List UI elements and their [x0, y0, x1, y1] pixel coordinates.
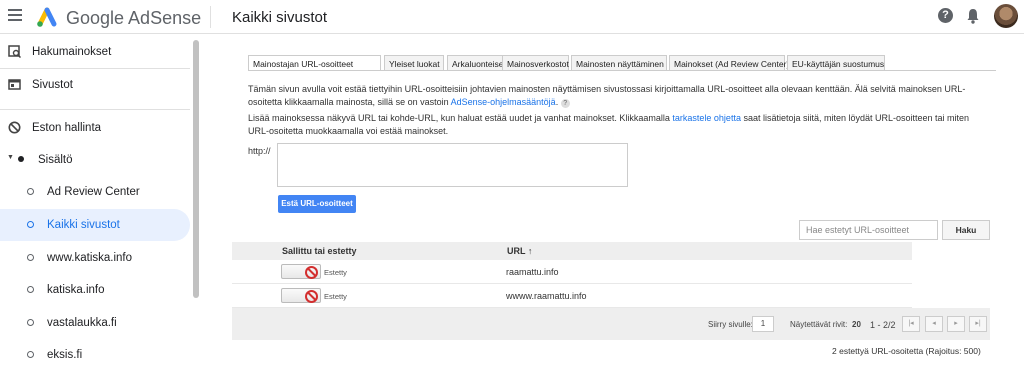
table-header: Sallittu tai estetty URL ↑: [232, 242, 912, 260]
circle-icon: [27, 351, 34, 358]
pagination-bar: Siirry sivulle: 1 Näytettävät rivit: 20 …: [232, 308, 990, 340]
tab-ad-networks[interactable]: Mainosverkostot: [502, 55, 569, 71]
caret-down-icon: ▼: [7, 154, 14, 161]
intro-text: Tämän sivun avulla voit estää tiettyihin…: [248, 84, 966, 107]
circle-icon: [27, 221, 34, 228]
sidebar-item-sites[interactable]: Sivustot: [0, 69, 190, 101]
http-prefix-label: http://: [248, 146, 271, 156]
rows-per-page-label: Näytettävät rivit:: [790, 320, 848, 329]
circle-icon: [27, 188, 34, 195]
block-toggle[interactable]: [281, 288, 321, 303]
circle-icon: [27, 286, 34, 293]
sidebar-item-search-ads[interactable]: Hakumainokset: [0, 36, 190, 68]
sidebar-item-label: Hakumainokset: [32, 46, 112, 58]
bullet-icon: [18, 156, 24, 162]
menu-icon[interactable]: [8, 9, 22, 23]
divider: [248, 70, 996, 71]
sidebar-item-label: Eston hallinta: [32, 122, 102, 134]
tab-advertiser-urls[interactable]: Mainostajan URL-osoitteet: [248, 55, 381, 71]
url-cell: raamattu.info: [506, 267, 559, 277]
tab-eu-user-consent[interactable]: EU-käyttäjän suostumus: [787, 55, 885, 71]
divider: [210, 6, 211, 28]
policies-link[interactable]: AdSense-ohjelmasääntöjä: [451, 97, 556, 107]
rows-per-page-select[interactable]: 20: [852, 320, 861, 329]
block-toggle[interactable]: [281, 264, 321, 279]
sidebar-scrollbar[interactable]: [193, 40, 199, 298]
sites-icon: [8, 79, 21, 90]
sidebar-item-label: Kaikki sivustot: [47, 219, 120, 231]
divider: [0, 109, 190, 110]
intro-paragraph: Tämän sivun avulla voit estää tiettyihin…: [248, 83, 988, 108]
block-icon: [8, 121, 21, 134]
tab-ad-serving[interactable]: Mainosten näyttäminen: [571, 55, 667, 71]
blocked-count: 2 estettyä URL-osoitetta (Rajoitus: 500): [832, 346, 981, 356]
notifications-icon[interactable]: [966, 8, 980, 24]
url-cell: wwww.raamattu.info: [506, 291, 587, 301]
sidebar-item-blocking-controls[interactable]: Eston hallinta: [0, 112, 190, 144]
circle-icon: [27, 254, 34, 261]
url-input[interactable]: [277, 143, 628, 187]
column-header-status[interactable]: Sallittu tai estetty: [282, 246, 357, 256]
column-header-url[interactable]: URL ↑: [507, 246, 532, 256]
brand-name[interactable]: Google AdSense: [66, 8, 201, 29]
help-icon[interactable]: ?: [560, 98, 570, 108]
previous-page-icon[interactable]: ◂: [925, 316, 943, 332]
sidebar-item-label: www.katiska.info: [47, 252, 133, 264]
sidebar-item-site[interactable]: www.katiska.info: [0, 242, 190, 274]
circle-icon: [27, 319, 34, 326]
table-row: Estetty wwww.raamattu.info: [232, 284, 912, 308]
page-title: Kaikki sivustot: [232, 9, 328, 26]
adsense-logo-icon: [37, 7, 57, 27]
sidebar-item-ad-review-center[interactable]: Ad Review Center: [0, 176, 190, 208]
sidebar-item-label: Sisältö: [38, 154, 73, 166]
goto-page-label: Siirry sivulle:: [708, 320, 753, 329]
sidebar-item-site[interactable]: vastalaukka.fi: [0, 307, 190, 339]
page-number-input[interactable]: 1: [752, 316, 774, 332]
sidebar: Hakumainokset Sivustot Eston hallinta ▼ …: [0, 34, 200, 362]
table-row: Estetty raamattu.info: [232, 260, 912, 284]
sidebar-item-content[interactable]: ▼ Sisältö: [0, 144, 190, 176]
next-page-icon[interactable]: ▸: [947, 316, 965, 332]
status-text: Estetty: [324, 292, 347, 301]
block-urls-button[interactable]: Estä URL-osoitteet: [278, 195, 356, 213]
page-range: 1 - 2/2: [870, 320, 896, 330]
top-app-bar: Google AdSense Kaikki sivustot ?: [0, 0, 1024, 34]
tab-ad-review-center[interactable]: Mainokset (Ad Review Center): [669, 55, 789, 71]
avatar[interactable]: [994, 4, 1018, 28]
sidebar-item-all-sites[interactable]: Kaikki sivustot: [0, 209, 190, 241]
instructions-paragraph: Lisää mainoksessa näkyvä URL tai kohde-U…: [248, 112, 988, 137]
search-button[interactable]: Haku: [942, 220, 990, 240]
intro-text-end: .: [555, 96, 559, 107]
sidebar-item-label: Sivustot: [32, 79, 73, 91]
block-icon: [305, 290, 318, 303]
instructions-text: Lisää mainoksessa näkyvä URL tai kohde-U…: [248, 113, 673, 123]
sidebar-item-label: vastalaukka.fi: [47, 317, 117, 329]
tab-general-categories[interactable]: Yleiset luokat: [384, 55, 444, 71]
last-page-icon[interactable]: ▸|: [969, 316, 987, 332]
search-blocked-urls-input[interactable]: Hae estetyt URL-osoitteet: [799, 220, 938, 240]
help-icon[interactable]: ?: [938, 8, 953, 23]
search-ads-icon: [8, 45, 21, 58]
sidebar-item-label: Ad Review Center: [47, 186, 140, 198]
sidebar-item-label: eksis.fi: [47, 349, 83, 361]
status-text: Estetty: [324, 268, 347, 277]
sidebar-item-site[interactable]: katiska.info: [0, 274, 190, 306]
first-page-icon[interactable]: |◂: [902, 316, 920, 332]
block-icon: [305, 266, 318, 279]
sidebar-item-label: katiska.info: [47, 284, 105, 296]
view-instructions-link[interactable]: tarkastele ohjetta: [672, 113, 741, 123]
sidebar-item-site[interactable]: eksis.fi: [0, 339, 190, 371]
